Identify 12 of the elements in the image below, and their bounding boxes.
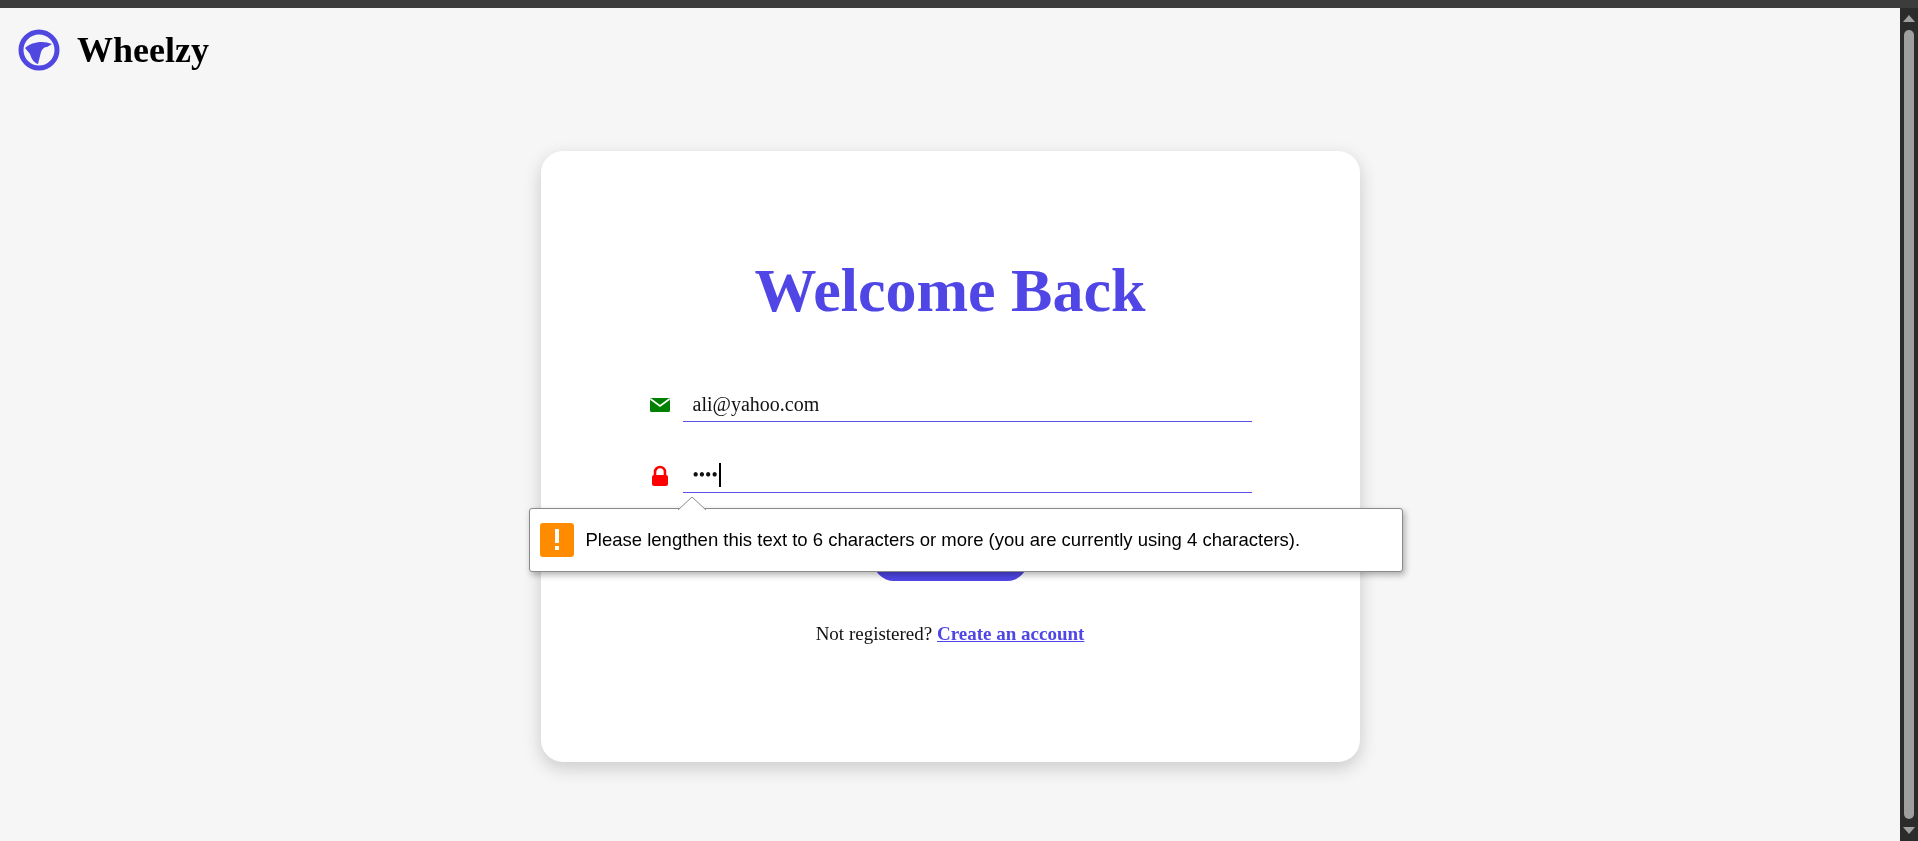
- validation-message: Please lengthen this text to 6 characters or more (you are currently using 4 characters).: [585, 529, 1301, 551]
- scroll-up-icon[interactable]: [1903, 14, 1915, 22]
- brand-name: Wheelzy: [77, 29, 209, 71]
- email-field[interactable]: ali@yahoo.com: [682, 387, 1252, 422]
- welcome-title: Welcome Back: [754, 259, 1146, 321]
- register-prompt: Not registered? Create an account: [815, 623, 1085, 645]
- scrollbar[interactable]: [1900, 8, 1918, 841]
- warning-icon: [539, 523, 574, 557]
- create-account-link[interactable]: Create an account: [936, 623, 1085, 644]
- password-field[interactable]: ••••: [682, 458, 1252, 493]
- scroll-down-icon[interactable]: [1903, 827, 1915, 835]
- steering-wheel-icon: [17, 28, 61, 72]
